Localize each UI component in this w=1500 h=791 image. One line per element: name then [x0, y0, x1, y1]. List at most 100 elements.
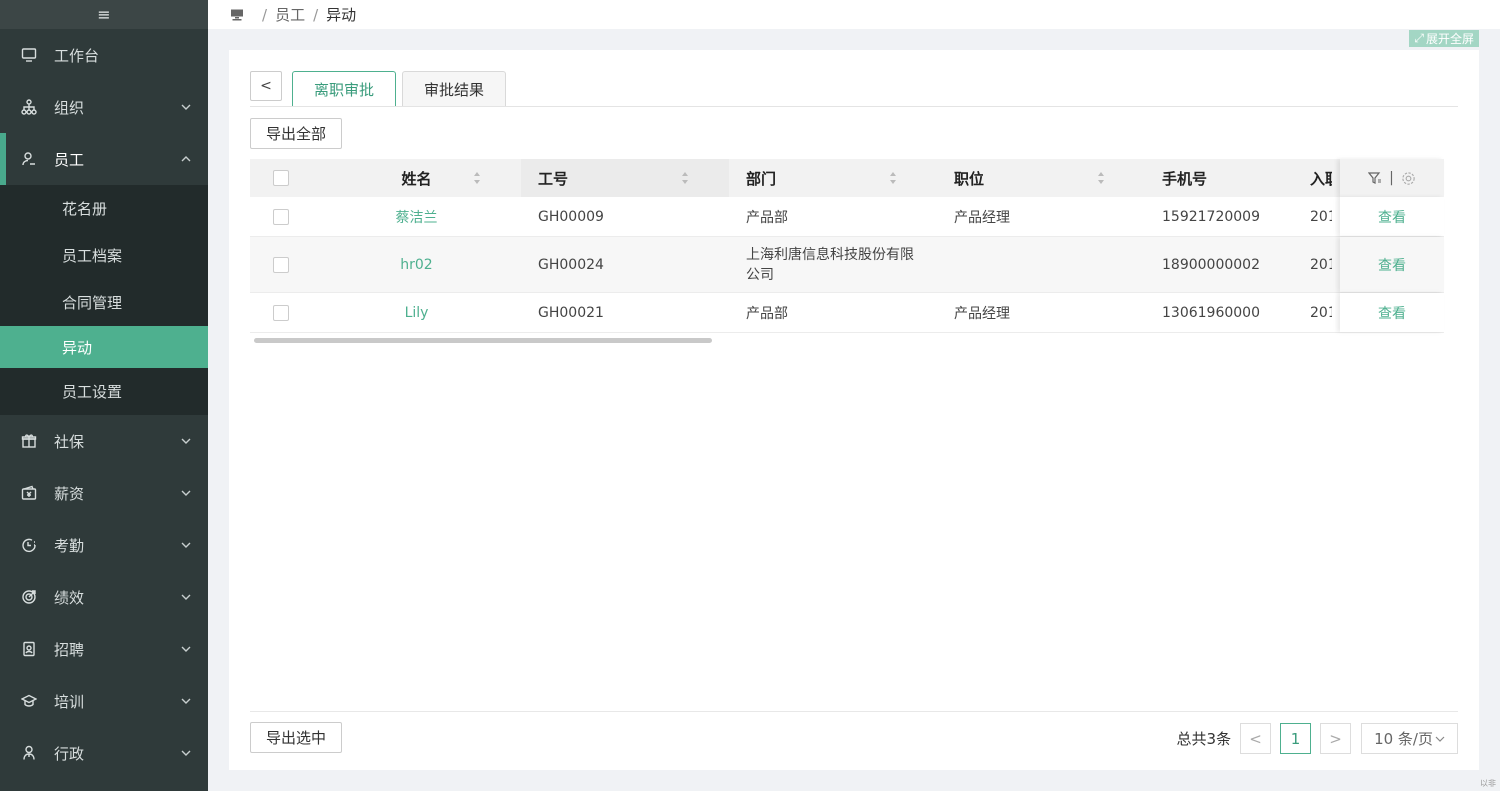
breadcrumb-separator: / — [313, 5, 319, 24]
cell-phone: 15921720009 — [1162, 208, 1260, 225]
table-row[interactable]: hr02 GH00024 上海利唐信息科技股份有限公司 18900000002 … — [250, 237, 1444, 293]
user-icon — [20, 150, 38, 168]
fullscreen-button[interactable]: ⤢ 展开全屏 — [1409, 30, 1479, 47]
header-id[interactable]: 工号 — [521, 159, 729, 197]
submenu-item-roster[interactable]: 花名册 — [0, 185, 208, 232]
cell-phone: 18900000002 — [1162, 256, 1260, 273]
employee-submenu: 花名册 员工档案 合同管理 异动 员工设置 — [0, 185, 208, 415]
cap-icon — [20, 692, 38, 710]
total-count: 总共3条 — [1176, 730, 1232, 748]
cell-position: 产品经理 — [954, 209, 1010, 226]
cell-phone: 13061960000 — [1162, 304, 1260, 321]
tab-resign-approval[interactable]: 离职审批 — [292, 71, 397, 107]
org-icon — [20, 98, 38, 116]
view-link[interactable]: 查看 — [1378, 207, 1406, 227]
sidebar-item-employee[interactable]: 员工 — [0, 133, 208, 185]
sidebar-item-attendance[interactable]: 考勤 — [0, 519, 208, 571]
row-checkbox[interactable] — [273, 304, 289, 321]
sidebar-item-workbench[interactable]: 工作台 — [0, 29, 208, 81]
tab-approval-result[interactable]: 审批结果 — [402, 71, 507, 106]
cell-action: 查看 — [1340, 237, 1444, 292]
badge-icon — [20, 640, 38, 658]
table-row[interactable]: Lily GH00021 产品部 产品经理 13061960000 201 查看 — [250, 293, 1444, 333]
cell-date: 201 — [1310, 256, 1332, 273]
page-size-select[interactable]: 10 条/页 — [1361, 723, 1458, 754]
prev-page-button[interactable]: < — [1240, 723, 1272, 754]
export-all-button[interactable]: 导出全部 — [250, 118, 343, 149]
sidebar-item-social[interactable]: 社保 — [0, 415, 208, 467]
breadcrumb-separator: / — [262, 5, 268, 24]
sidebar-item-recruit[interactable]: 招聘 — [0, 623, 208, 675]
sidebar-item-label: 绩效 — [54, 588, 85, 607]
submenu-item-settings[interactable]: 员工设置 — [0, 368, 208, 415]
submenu-item-contract[interactable]: 合同管理 — [0, 279, 208, 326]
back-button[interactable]: < — [250, 71, 282, 101]
cell-name[interactable]: Lily — [312, 293, 521, 332]
sidebar-item-label: 工作台 — [54, 46, 100, 65]
cell-name[interactable]: hr02 — [312, 237, 521, 292]
header-phone-label: 手机号 — [1162, 169, 1208, 188]
horizontal-scrollbar[interactable] — [254, 338, 712, 343]
hamburger-icon: ≡ — [97, 5, 111, 24]
fullscreen-label: 展开全屏 — [1425, 32, 1474, 46]
sort-icon[interactable] — [1097, 171, 1105, 185]
header-dept[interactable]: 部门 — [729, 159, 937, 197]
cell-id: GH00009 — [538, 208, 604, 225]
submenu-item-archive[interactable]: 员工档案 — [0, 232, 208, 279]
chevron-down-icon — [180, 643, 192, 655]
header-date-label: 入职 — [1310, 169, 1332, 188]
sidebar-item-salary[interactable]: 薪资 — [0, 467, 208, 519]
sidebar-item-label: 员工 — [54, 150, 85, 169]
sidebar-item-org[interactable]: 组织 — [0, 81, 208, 133]
header-phone[interactable]: 手机号 — [1145, 159, 1302, 197]
settings-gear-icon[interactable] — [1401, 171, 1416, 186]
data-table: 姓名 工号 部门 职位 手机号 入职 | — [250, 159, 1444, 343]
sort-icon[interactable] — [473, 171, 481, 185]
sort-icon[interactable] — [889, 171, 897, 185]
cell-id: GH00024 — [538, 256, 604, 273]
menu-toggle-button[interactable]: ≡ — [0, 0, 208, 29]
cell-dept: 上海利唐信息科技股份有限公司 — [746, 246, 914, 283]
sort-icon[interactable] — [681, 171, 689, 185]
export-selected-button[interactable]: 导出选中 — [250, 722, 343, 753]
select-all-checkbox[interactable] — [273, 170, 289, 186]
breadcrumb-employee[interactable]: 员工 — [275, 4, 305, 25]
pagination: 总共3条 < 1 > 10 条/页 — [1177, 723, 1458, 754]
header-id-label: 工号 — [538, 169, 569, 188]
table-row[interactable]: 蔡洁兰 GH00009 产品部 产品经理 15921720009 201 查看 — [250, 197, 1444, 237]
chevron-up-icon — [180, 153, 192, 165]
next-page-button[interactable]: > — [1320, 723, 1352, 754]
chevron-down-icon — [180, 747, 192, 759]
sidebar-item-admin[interactable]: 行政 — [0, 727, 208, 779]
view-link[interactable]: 查看 — [1378, 303, 1406, 323]
chevron-down-icon — [1435, 736, 1445, 742]
cell-name[interactable]: 蔡洁兰 — [312, 197, 521, 236]
submenu-item-change[interactable]: 异动 — [0, 326, 208, 368]
cell-dept: 产品部 — [746, 209, 788, 226]
wallet-icon — [20, 484, 38, 502]
chevron-down-icon — [180, 487, 192, 499]
cell-position — [937, 237, 1145, 292]
sidebar-item-label: 培训 — [54, 692, 85, 711]
sidebar-item-performance[interactable]: 绩效 — [0, 571, 208, 623]
computer-icon[interactable] — [230, 9, 244, 21]
breadcrumb: / 员工 / 异动 — [208, 0, 1500, 29]
header-date[interactable]: 入职 — [1302, 159, 1332, 197]
row-checkbox[interactable] — [273, 256, 289, 273]
header-position[interactable]: 职位 — [937, 159, 1145, 197]
view-link[interactable]: 查看 — [1378, 255, 1406, 275]
chevron-down-icon — [180, 539, 192, 551]
expand-icon: ⤢ — [1414, 31, 1424, 45]
header-name[interactable]: 姓名 — [312, 159, 521, 197]
sidebar-item-label: 组织 — [54, 98, 85, 117]
tab-divider — [250, 106, 1458, 107]
row-checkbox[interactable] — [273, 208, 289, 225]
cell-id: GH00021 — [538, 304, 604, 321]
sidebar-item-training[interactable]: 培训 — [0, 675, 208, 727]
page-number-button[interactable]: 1 — [1280, 723, 1312, 754]
page-size-label: 10 条/页 — [1374, 730, 1433, 748]
filter-icon[interactable] — [1368, 171, 1382, 185]
clock-icon — [20, 536, 38, 554]
chevron-down-icon — [180, 695, 192, 707]
sidebar-item-label: 招聘 — [54, 640, 85, 659]
